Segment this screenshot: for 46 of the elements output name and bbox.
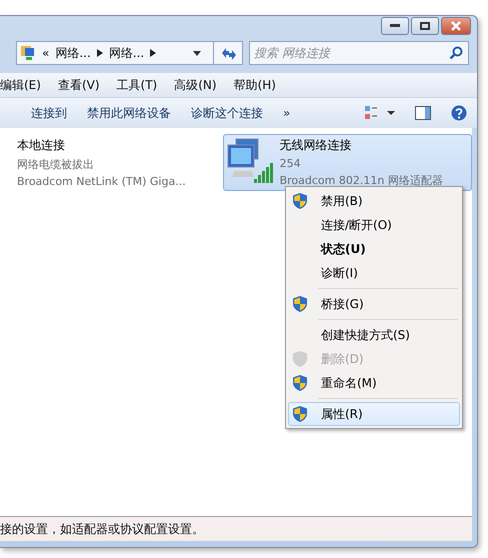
refresh-icon[interactable] <box>220 46 238 60</box>
chevron-right-icon[interactable] <box>96 49 103 57</box>
status-text: 接的设置，如适配器或协议配置设置。 <box>0 520 204 538</box>
search-field[interactable]: 搜索 网络连接 <box>249 41 469 65</box>
toolbar-button[interactable]: » <box>283 106 290 120</box>
dropdown-arrow-icon[interactable] <box>193 50 201 56</box>
network-connection[interactable]: 无线网络连接 254 Broadcom 802.11n 网络适配器 <box>222 134 472 191</box>
view-options-icon[interactable] <box>365 106 395 120</box>
breadcrumb[interactable]: 网络... <box>55 44 91 62</box>
toolbar-button[interactable]: 诊断这个连接 <box>191 104 263 122</box>
preview-pane-icon[interactable] <box>415 106 431 120</box>
menu-item[interactable]: 工具(T) <box>116 76 158 94</box>
close-button[interactable] <box>441 17 471 35</box>
menu-item[interactable]: 高级(N) <box>174 76 217 94</box>
context-menu-item[interactable]: 状态(U) <box>288 237 460 261</box>
connection-name: 无线网络连接 <box>280 137 353 154</box>
minimize-button[interactable] <box>381 17 409 35</box>
menu-item[interactable]: 查看(V) <box>58 76 100 94</box>
context-menu-item[interactable]: 连接/断开(O) <box>288 213 460 237</box>
context-menu-item[interactable]: 禁用(B) <box>288 189 460 213</box>
connection-name: 本地连接 <box>17 137 66 154</box>
network-folder-icon <box>20 45 36 61</box>
breadcrumb[interactable]: 网络... <box>108 44 144 62</box>
close-icon <box>451 21 461 31</box>
menu-item[interactable]: 编辑(E) <box>0 76 41 94</box>
toolbar-button[interactable]: 连接到 <box>31 104 67 122</box>
context-menu-item[interactable]: 重命名(M) <box>288 371 460 395</box>
minimize-icon <box>390 24 400 28</box>
help-icon[interactable] <box>451 105 467 121</box>
context-menu-item[interactable]: 桥接(G) <box>288 292 460 316</box>
context-menu-item[interactable]: 创建快捷方式(S) <box>288 323 460 347</box>
breadcrumb-overflow[interactable]: « <box>42 46 50 60</box>
address-bar[interactable]: « 网络... 网络... <box>16 41 243 65</box>
network-connection[interactable]: 本地连接 网络电缆被拔出 Broadcom NetLink (TM) Giga... <box>16 134 201 191</box>
toolbar-button[interactable]: 禁用此网络设备 <box>87 104 171 122</box>
adapter-name: Broadcom 802.11n 网络适配器 <box>280 173 443 188</box>
connection-status: 网络电缆被拔出 <box>17 157 95 172</box>
maximize-icon <box>420 22 430 30</box>
context-menu-item[interactable]: 属性(R) <box>288 402 460 426</box>
maximize-button[interactable] <box>411 17 439 35</box>
connection-status: 254 <box>280 157 302 170</box>
search-icon[interactable] <box>449 46 463 60</box>
context-menu-item[interactable]: 诊断(I) <box>288 261 460 285</box>
chevron-right-icon[interactable] <box>150 49 156 57</box>
menu-item[interactable]: 帮助(H) <box>234 76 276 94</box>
adapter-name: Broadcom NetLink (TM) Giga... <box>17 175 186 188</box>
